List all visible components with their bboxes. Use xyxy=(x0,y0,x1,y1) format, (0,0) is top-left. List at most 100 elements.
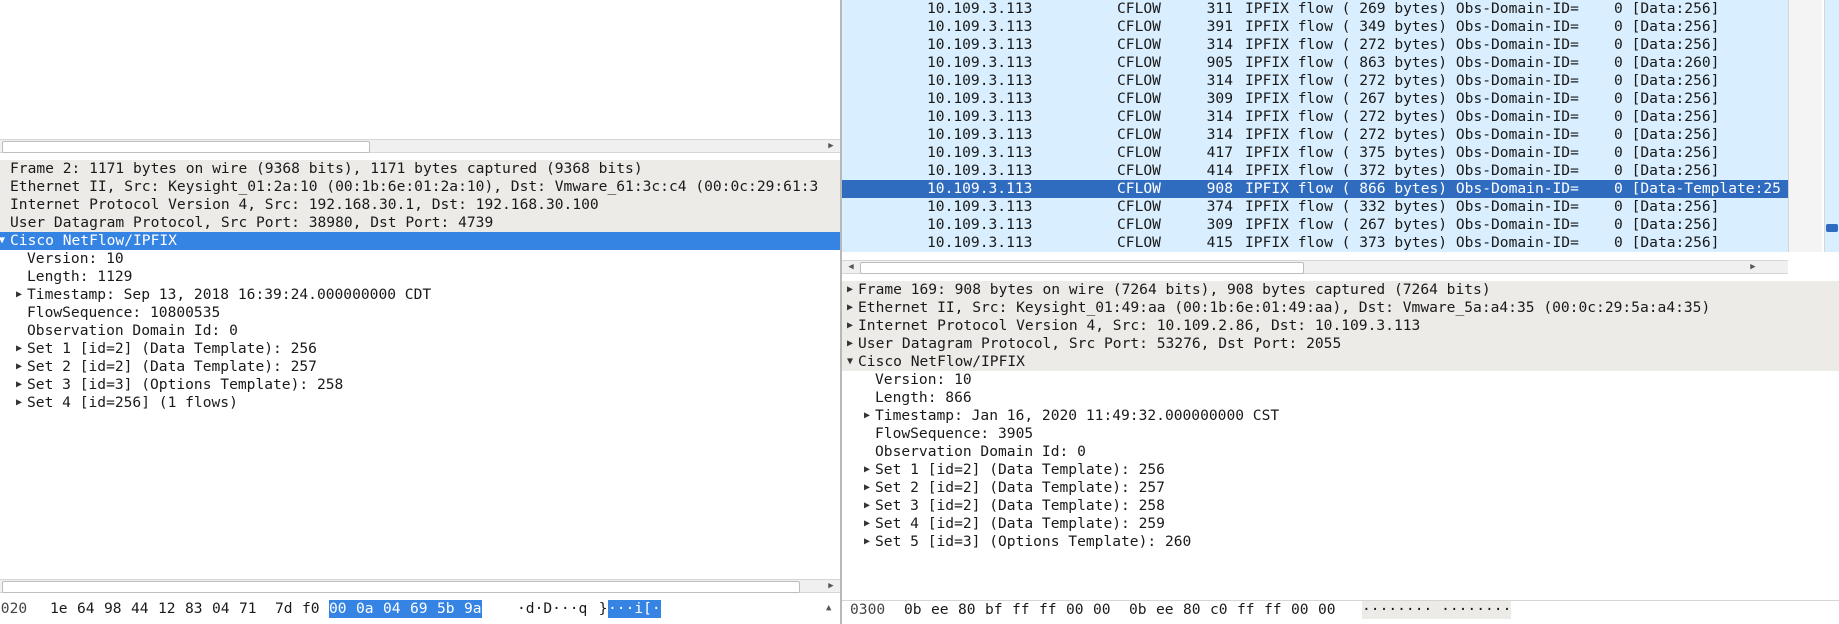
hex-byte[interactable]: f0 xyxy=(302,600,320,618)
hex-byte[interactable]: 0b xyxy=(904,601,922,619)
hex-byte[interactable]: 00 xyxy=(1291,601,1309,619)
packet-row[interactable]: 10.109.3.113 CFLOW 309 IPFIX flow ( 267 byt… xyxy=(842,216,1788,234)
hex-byte[interactable]: 80 xyxy=(958,601,976,619)
tree-row[interactable]: FlowSequence: 10800535 xyxy=(0,304,840,322)
packet-row[interactable]: 10.109.3.113 CFLOW 905 IPFIX flow ( 863 byt… xyxy=(842,54,1788,72)
expand-icon[interactable]: ▶ xyxy=(861,461,873,479)
hex-byte[interactable]: 71 xyxy=(239,600,257,618)
tree-row[interactable]: ▶ Set 3 [id=3] (Options Template): 258 xyxy=(0,376,840,394)
tree-row[interactable]: Observation Domain Id: 0 xyxy=(0,322,840,340)
hex-byte[interactable]: ee xyxy=(931,601,949,619)
hex-byte[interactable]: 9a xyxy=(464,600,482,618)
hex-byte[interactable]: ff xyxy=(1264,601,1282,619)
tree-row[interactable]: ▶ Ethernet II, Src: Keysight_01:49:aa (00… xyxy=(842,299,1839,317)
hex-byte[interactable]: c0 xyxy=(1210,601,1228,619)
tree-row[interactable]: ▶ Set 4 [id=2] (Data Template): 259 xyxy=(842,515,1839,533)
expand-icon[interactable]: ▶ xyxy=(861,497,873,515)
tree-row[interactable]: ▶ Frame 169: 908 bytes on wire (7264 bits… xyxy=(842,281,1839,299)
hex-byte[interactable]: ff xyxy=(1039,601,1057,619)
packet-row[interactable]: 10.109.3.113 CFLOW 908 IPFIX flow ( 866 byt… xyxy=(842,180,1788,198)
scrollbar-thumb[interactable] xyxy=(2,141,370,153)
scroll-left-icon[interactable]: ◀ xyxy=(844,261,858,273)
tree-row[interactable]: ▶ User Datagram Protocol, Src Port: 53276… xyxy=(842,335,1839,353)
expand-icon[interactable]: ▶ xyxy=(844,281,856,299)
scrollbar-thumb[interactable] xyxy=(860,262,1304,274)
hex-byte[interactable]: 0a xyxy=(356,600,383,618)
tree-row[interactable]: ▶ Set 1 [id=2] (Data Template): 256 xyxy=(0,340,840,358)
expand-icon[interactable]: ▶ xyxy=(13,358,25,376)
expand-icon[interactable]: ▶ xyxy=(861,533,873,551)
expand-icon[interactable]: ▶ xyxy=(13,394,25,412)
hex-byte[interactable]: bf xyxy=(985,601,1003,619)
tree-row[interactable]: Internet Protocol Version 4, Src: 192.16… xyxy=(0,196,840,214)
tree-row[interactable]: ▶ Set 2 [id=2] (Data Template): 257 xyxy=(0,358,840,376)
hex-byte[interactable]: 64 xyxy=(77,600,95,618)
expand-icon[interactable]: ▶ xyxy=(13,376,25,394)
hex-byte[interactable]: ee xyxy=(1156,601,1174,619)
collapse-icon[interactable]: ▼ xyxy=(844,353,856,371)
packet-row[interactable]: 10.109.3.113 CFLOW 314 IPFIX flow ( 272 byt… xyxy=(842,36,1788,54)
hex-byte[interactable]: 7d xyxy=(275,600,293,618)
packet-list-vscrollbar[interactable] xyxy=(1788,0,1839,252)
tree-row[interactable]: ▶ Set 3 [id=2] (Data Template): 258 xyxy=(842,497,1839,515)
tree-row[interactable]: Length: 1129 xyxy=(0,268,840,286)
left-details-hscrollbar[interactable]: ▶ xyxy=(0,579,840,593)
tree-row[interactable]: ▼ Cisco NetFlow/IPFIX xyxy=(0,232,840,250)
scroll-right-icon[interactable]: ▶ xyxy=(1746,261,1760,273)
tree-row[interactable]: Frame 2: 1171 bytes on wire (9368 bits),… xyxy=(0,160,840,178)
expand-icon[interactable]: ▶ xyxy=(861,479,873,497)
hex-byte[interactable]: 04 xyxy=(383,600,410,618)
expand-icon[interactable]: ▶ xyxy=(861,407,873,425)
hex-byte[interactable]: 00 xyxy=(1318,601,1336,619)
packet-row[interactable]: 10.109.3.113 CFLOW 415 IPFIX flow ( 373 byt… xyxy=(842,234,1788,252)
hex-byte[interactable]: ff xyxy=(1237,601,1255,619)
packet-row[interactable]: 10.109.3.113 CFLOW 414 IPFIX flow ( 372 byt… xyxy=(842,162,1788,180)
collapse-icon[interactable]: ▼ xyxy=(0,232,8,250)
tree-row[interactable]: ▶ Set 2 [id=2] (Data Template): 257 xyxy=(842,479,1839,497)
scrollbar-thumb[interactable] xyxy=(1826,224,1838,232)
packet-list-hscrollbar[interactable]: ◀ ▶ xyxy=(842,260,1788,274)
hex-byte[interactable]: 00 xyxy=(329,600,356,618)
expand-icon[interactable]: ▶ xyxy=(844,299,856,317)
packet-row[interactable]: 10.109.3.113 CFLOW 314 IPFIX flow ( 272 byt… xyxy=(842,72,1788,90)
tree-row[interactable]: User Datagram Protocol, Src Port: 38980,… xyxy=(0,214,840,232)
hex-byte[interactable]: 80 xyxy=(1183,601,1201,619)
expand-icon[interactable]: ▶ xyxy=(861,515,873,533)
expand-icon[interactable]: ▶ xyxy=(844,335,856,353)
tree-row[interactable]: ▼ Cisco NetFlow/IPFIX xyxy=(842,353,1839,371)
packet-row[interactable]: 10.109.3.113 CFLOW 309 IPFIX flow ( 267 byt… xyxy=(842,90,1788,108)
scroll-right-icon[interactable]: ▶ xyxy=(824,140,838,152)
tree-row[interactable]: Version: 10 xyxy=(842,371,1839,389)
tree-row[interactable]: Ethernet II, Src: Keysight_01:2a:10 (00:… xyxy=(0,178,840,196)
hex-byte[interactable]: 69 xyxy=(410,600,437,618)
tree-row[interactable]: ▶ Set 1 [id=2] (Data Template): 256 xyxy=(842,461,1839,479)
hex-byte[interactable]: 0b xyxy=(1129,601,1147,619)
tree-row[interactable]: ▶ Timestamp: Sep 13, 2018 16:39:24.000000… xyxy=(0,286,840,304)
tree-row[interactable]: FlowSequence: 3905 xyxy=(842,425,1839,443)
tree-row[interactable]: ▶ Set 5 [id=3] (Options Template): 260 xyxy=(842,533,1839,551)
minimap-scroll[interactable] xyxy=(1824,0,1839,252)
packet-row[interactable]: 10.109.3.113 CFLOW 314 IPFIX flow ( 272 byt… xyxy=(842,108,1788,126)
packet-row[interactable]: 10.109.3.113 CFLOW 417 IPFIX flow ( 375 byt… xyxy=(842,144,1788,162)
hex-byte[interactable]: 98 xyxy=(104,600,122,618)
tree-row[interactable]: ▶ Internet Protocol Version 4, Src: 10.10… xyxy=(842,317,1839,335)
scrollbar-thumb[interactable] xyxy=(2,581,800,593)
hex-byte[interactable]: 44 xyxy=(131,600,149,618)
scroll-right-icon[interactable]: ▶ xyxy=(824,580,838,592)
packet-row[interactable]: 10.109.3.113 CFLOW 314 IPFIX flow ( 272 byt… xyxy=(842,126,1788,144)
hex-byte[interactable]: 00 xyxy=(1066,601,1084,619)
packet-row[interactable]: 10.109.3.113 CFLOW 374 IPFIX flow ( 332 byt… xyxy=(842,198,1788,216)
hex-byte[interactable]: 5b xyxy=(437,600,464,618)
scroll-up-icon[interactable]: ▲ xyxy=(826,603,831,613)
hex-byte[interactable]: 83 xyxy=(185,600,203,618)
tree-row[interactable]: Observation Domain Id: 0 xyxy=(842,443,1839,461)
tree-row[interactable]: Length: 866 xyxy=(842,389,1839,407)
left-top-hscrollbar[interactable]: ▶ xyxy=(0,139,840,153)
hex-byte[interactable]: 00 xyxy=(1093,601,1111,619)
expand-icon[interactable]: ▶ xyxy=(844,317,856,335)
hex-byte[interactable]: ff xyxy=(1012,601,1030,619)
hex-byte[interactable]: 12 xyxy=(158,600,176,618)
packet-row[interactable]: 10.109.3.113 CFLOW 391 IPFIX flow ( 349 byt… xyxy=(842,18,1788,36)
hex-byte[interactable]: 04 xyxy=(212,600,230,618)
tree-row[interactable]: ▶ Set 4 [id=256] (1 flows) xyxy=(0,394,840,412)
